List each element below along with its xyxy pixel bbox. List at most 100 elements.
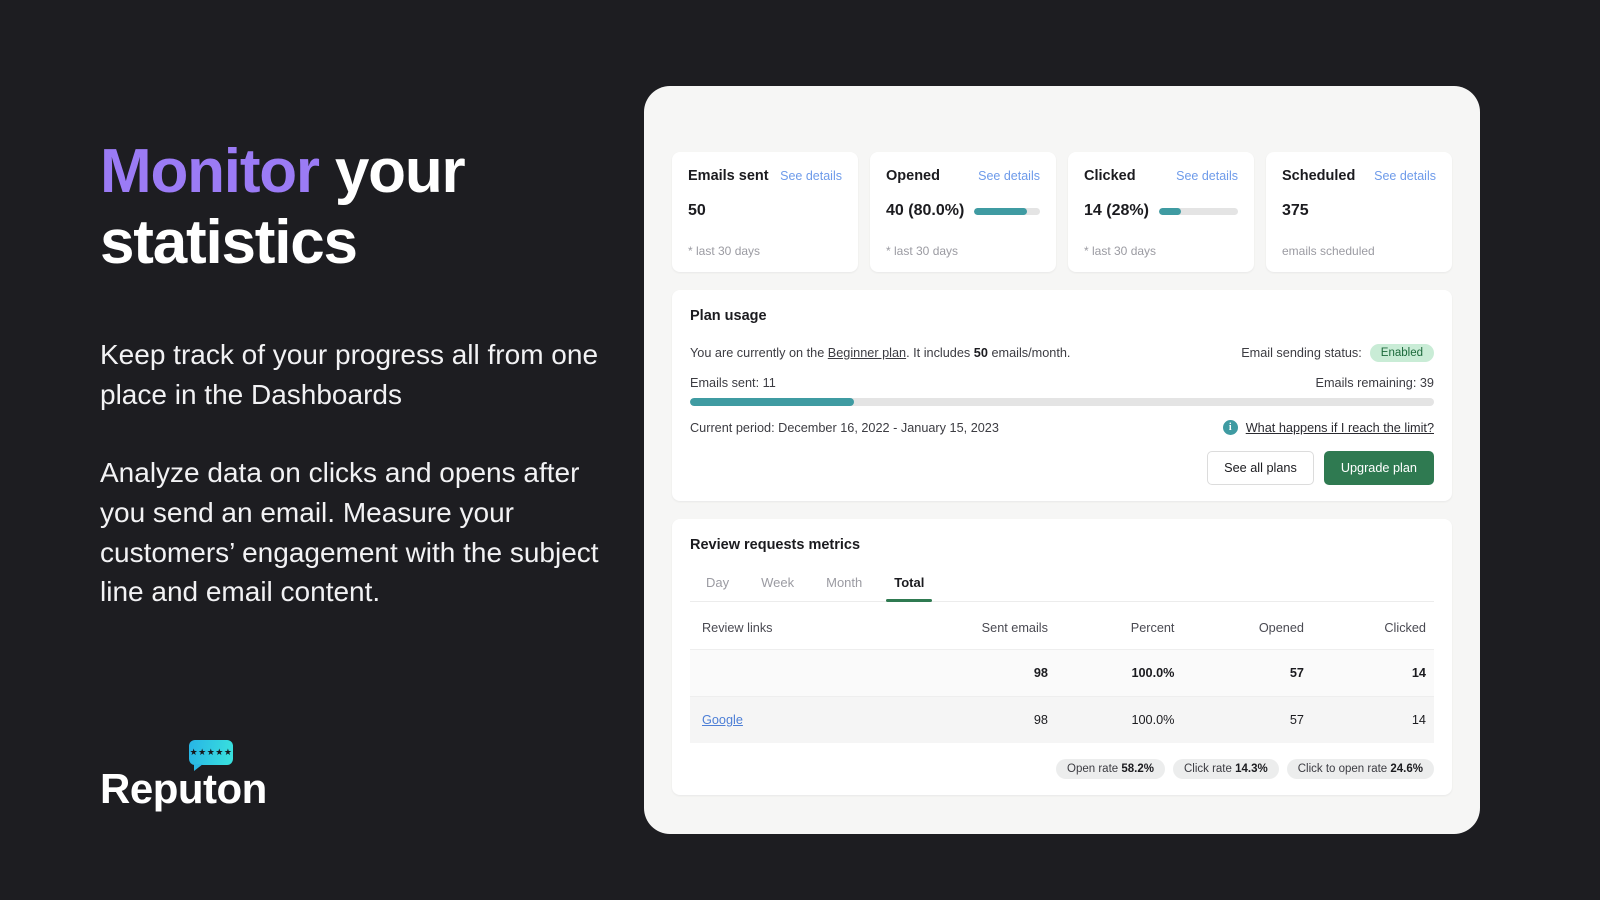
cell-review-link: Google	[690, 697, 882, 744]
see-details-link[interactable]: See details	[1176, 169, 1238, 183]
cell-clicked: 14	[1312, 697, 1434, 744]
opened-progress-bar	[974, 208, 1040, 215]
emails-sent-counter: Emails sent: 11	[690, 376, 776, 390]
plan-desc-post: emails/month.	[988, 346, 1071, 360]
emails-sent-value: 11	[763, 376, 776, 390]
status-badge: Enabled	[1370, 344, 1434, 362]
stat-card-value: 50	[688, 202, 706, 220]
stat-card-note: * last 30 days	[886, 244, 1040, 258]
stat-card-title: Scheduled	[1282, 168, 1355, 184]
plan-desc-mid: . It includes	[906, 346, 974, 360]
cell-sent: 98	[882, 697, 1056, 744]
beginner-plan-link[interactable]: Beginner plan	[828, 346, 906, 360]
plan-usage-title: Plan usage	[690, 308, 1434, 324]
stat-card-title: Emails sent	[688, 168, 769, 184]
cell-percent: 100.0%	[1056, 650, 1183, 697]
cell-sent: 98	[882, 650, 1056, 697]
stat-card-emails-sent: Emails sent See details 50 * last 30 day…	[672, 152, 858, 272]
table-header-row: Review links Sent emails Percent Opened …	[690, 604, 1434, 650]
see-details-link[interactable]: See details	[780, 169, 842, 183]
dashboard-content: Emails sent See details 50 * last 30 day…	[672, 152, 1452, 795]
cell-opened: 57	[1182, 650, 1312, 697]
click-rate-value: 14.3%	[1235, 763, 1268, 775]
progress-fill	[974, 208, 1027, 215]
plan-counters-row: Emails sent: 11 Emails remaining: 39	[690, 376, 1434, 390]
limit-help: i What happens if I reach the limit?	[1223, 420, 1434, 435]
cell-clicked: 14	[1312, 650, 1434, 697]
open-rate-value: 58.2%	[1121, 763, 1154, 775]
speech-bubble-icon: ★★★★★	[189, 740, 233, 765]
stat-card-header: Emails sent See details	[688, 168, 842, 184]
tab-month[interactable]: Month	[810, 567, 878, 601]
click-to-open-rate-badge: Click to open rate 24.6%	[1287, 759, 1434, 779]
email-sending-status: Email sending status: Enabled	[1241, 344, 1434, 362]
stat-card-header: Opened See details	[886, 168, 1040, 184]
stat-card-opened: Opened See details 40 (80.0%) * last 30 …	[870, 152, 1056, 272]
stat-card-value: 375	[1282, 202, 1309, 220]
app-window: Emails sent See details 50 * last 30 day…	[644, 86, 1480, 834]
progress-fill	[690, 398, 854, 406]
info-icon: i	[1223, 420, 1238, 435]
column-opened: Opened	[1182, 604, 1312, 650]
emails-remaining-value: 39	[1420, 376, 1434, 390]
plan-usage-panel: Plan usage You are currently on the Begi…	[672, 290, 1452, 501]
metrics-table: Review links Sent emails Percent Opened …	[690, 604, 1434, 743]
tab-day[interactable]: Day	[690, 567, 745, 601]
column-percent: Percent	[1056, 604, 1183, 650]
stat-card-header: Clicked See details	[1084, 168, 1238, 184]
see-all-plans-button[interactable]: See all plans	[1207, 451, 1314, 485]
stat-card-value-row: 14 (28%)	[1084, 202, 1238, 220]
period-label: Current period:	[690, 421, 778, 435]
stat-card-scheduled: Scheduled See details 375 emails schedul…	[1266, 152, 1452, 272]
review-metrics-title: Review requests metrics	[690, 537, 1434, 553]
click-to-open-rate-label: Click to open rate	[1298, 763, 1391, 775]
review-metrics-panel: Review requests metrics Day Week Month T…	[672, 519, 1452, 795]
stat-card-value-row: 375	[1282, 202, 1436, 220]
open-rate-badge: Open rate 58.2%	[1056, 759, 1165, 779]
click-rate-label: Click rate	[1184, 763, 1235, 775]
plan-actions: See all plans Upgrade plan	[690, 451, 1434, 485]
column-review-links: Review links	[690, 604, 882, 650]
rate-badges: Open rate 58.2% Click rate 14.3% Click t…	[690, 759, 1434, 779]
promo-paragraph-1: Keep track of your progress all from one…	[100, 335, 610, 415]
see-details-link[interactable]: See details	[978, 169, 1040, 183]
plan-quota: 50	[974, 346, 988, 360]
table-row: 98 100.0% 57 14	[690, 650, 1434, 697]
see-details-link[interactable]: See details	[1374, 169, 1436, 183]
stat-card-title: Opened	[886, 168, 940, 184]
stat-card-value: 40 (80.0%)	[886, 202, 964, 220]
upgrade-plan-button[interactable]: Upgrade plan	[1324, 451, 1434, 485]
clicked-progress-bar	[1159, 208, 1238, 215]
open-rate-label: Open rate	[1067, 763, 1121, 775]
plan-period-row: Current period: December 16, 2022 - Janu…	[690, 420, 1434, 435]
column-sent-emails: Sent emails	[882, 604, 1056, 650]
column-clicked: Clicked	[1312, 604, 1434, 650]
stat-card-value-row: 50	[688, 202, 842, 220]
stat-card-header: Scheduled See details	[1282, 168, 1436, 184]
plan-usage-progress-bar	[690, 398, 1434, 406]
promo-paragraph-2: Analyze data on clicks and opens after y…	[100, 453, 610, 612]
stat-card-note: emails scheduled	[1282, 244, 1436, 258]
period-value: December 16, 2022 - January 15, 2023	[778, 421, 999, 435]
stat-card-note: * last 30 days	[688, 244, 842, 258]
logo-wordmark: Reputon	[100, 768, 267, 810]
page-title: Monitor your statistics	[100, 136, 640, 279]
table-row: Google 98 100.0% 57 14	[690, 697, 1434, 744]
plan-description-row: You are currently on the Beginner plan. …	[690, 344, 1434, 362]
tab-total[interactable]: Total	[878, 567, 940, 601]
stat-card-title: Clicked	[1084, 168, 1136, 184]
stat-card-row: Emails sent See details 50 * last 30 day…	[672, 152, 1452, 272]
promo-pane: Monitor your statistics Keep track of yo…	[100, 0, 640, 900]
click-to-open-rate-value: 24.6%	[1390, 763, 1423, 775]
emails-remaining-label: Emails remaining:	[1316, 376, 1420, 390]
click-rate-badge: Click rate 14.3%	[1173, 759, 1279, 779]
progress-fill	[1159, 208, 1181, 215]
limit-help-link[interactable]: What happens if I reach the limit?	[1246, 421, 1434, 435]
stat-card-note: * last 30 days	[1084, 244, 1238, 258]
tab-week[interactable]: Week	[745, 567, 810, 601]
stat-card-value: 14 (28%)	[1084, 202, 1149, 220]
headline-accent-word: Monitor	[100, 137, 319, 206]
five-stars-icon: ★★★★★	[190, 748, 233, 757]
google-link[interactable]: Google	[702, 713, 743, 727]
cell-opened: 57	[1182, 697, 1312, 744]
